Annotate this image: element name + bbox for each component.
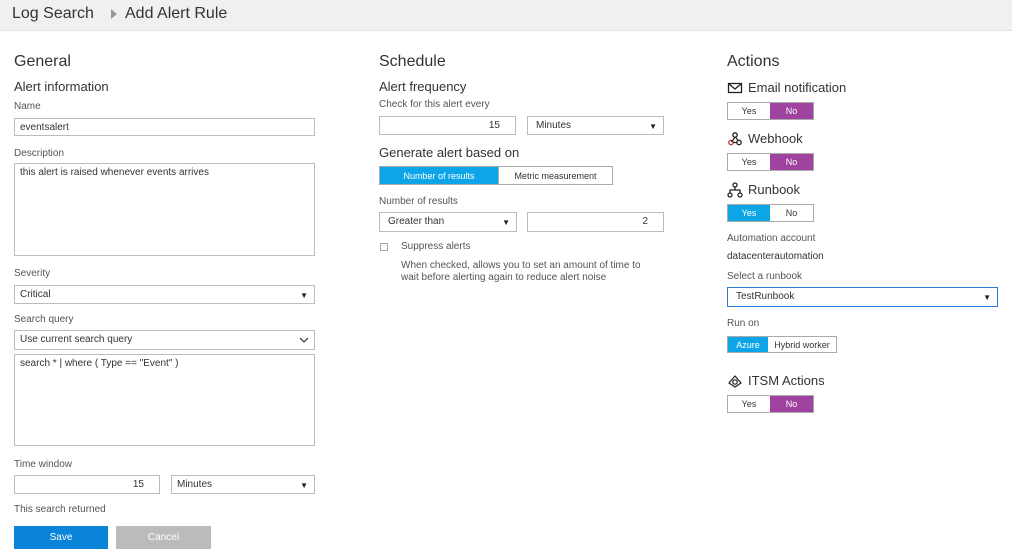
caret-down-icon: ▼ — [300, 481, 308, 490]
breadcrumb-log-search[interactable]: Log Search — [12, 5, 94, 23]
number-results-label: Number of results — [379, 196, 458, 207]
save-button[interactable]: Save — [14, 526, 108, 549]
alert-frequency-heading: Alert frequency — [379, 79, 467, 94]
search-returned-text: This search returned — [14, 504, 106, 515]
schedule-title: Schedule — [379, 53, 446, 70]
time-window-unit-select[interactable]: Minutes ▼ — [171, 475, 315, 494]
tab-number-of-results[interactable]: Number of results — [380, 167, 498, 184]
run-on-azure-option[interactable]: Azure — [728, 337, 768, 352]
itsm-icon — [728, 375, 742, 388]
frequency-unit-select[interactable]: Minutes ▼ — [527, 116, 664, 135]
severity-value: Critical — [20, 289, 51, 300]
runbook-icon — [727, 182, 743, 198]
itsm-no-option[interactable]: No — [770, 396, 813, 412]
webhook-toggle: Yes No — [727, 153, 814, 171]
mail-icon — [727, 82, 743, 94]
name-input[interactable]: eventsalert — [14, 118, 315, 136]
suppress-help-line-1: When checked, allows you to set an amoun… — [401, 260, 641, 271]
webhook-yes-option[interactable]: Yes — [728, 154, 770, 170]
frequency-input[interactable]: 15 — [379, 116, 516, 135]
threshold-input[interactable]: 2 — [527, 212, 664, 232]
suppress-alerts-checkbox[interactable] — [380, 243, 388, 251]
webhook-icon — [728, 132, 742, 146]
general-title: General — [14, 53, 71, 70]
caret-down-icon: ▼ — [983, 293, 991, 302]
time-window-unit: Minutes — [177, 479, 213, 490]
actions-title: Actions — [727, 53, 780, 70]
suppress-help-line-2: wait before alerting again to reduce ale… — [401, 272, 607, 283]
email-no-option[interactable]: No — [770, 103, 813, 119]
automation-account-value: datacenterautomation — [727, 251, 824, 262]
run-on-hybrid-option[interactable]: Hybrid worker — [768, 337, 836, 352]
description-label: Description — [14, 148, 65, 159]
severity-label: Severity — [14, 268, 51, 279]
webhook-no-option[interactable]: No — [770, 154, 813, 170]
search-query-select[interactable]: Use current search query — [14, 330, 315, 350]
runbook-no-option[interactable]: No — [770, 205, 813, 221]
tab-metric-measurement[interactable]: Metric measurement — [498, 167, 612, 184]
email-toggle: Yes No — [727, 102, 814, 120]
top-bar: Log Search Add Alert Rule — [0, 0, 1012, 31]
chevron-down-icon — [299, 337, 309, 343]
runbook-toggle: Yes No — [727, 204, 814, 222]
automation-account-label: Automation account — [727, 233, 816, 244]
generate-alert-toggle: Number of results Metric measurement — [379, 166, 613, 185]
breadcrumb-separator-icon — [111, 9, 117, 19]
runbook-yes-option[interactable]: Yes — [728, 205, 770, 221]
suppress-alerts-label: Suppress alerts — [401, 241, 471, 252]
cancel-button[interactable]: Cancel — [116, 526, 211, 549]
webhook-label: Webhook — [748, 131, 803, 146]
name-label: Name — [14, 101, 41, 112]
runbook-label: Runbook — [748, 182, 801, 197]
run-on-label: Run on — [727, 318, 760, 329]
time-window-input[interactable]: 15 — [14, 475, 160, 494]
frequency-unit: Minutes — [536, 120, 572, 131]
itsm-toggle: Yes No — [727, 395, 814, 413]
caret-down-icon: ▼ — [649, 122, 657, 131]
search-query-label: Search query — [14, 314, 74, 325]
caret-down-icon: ▼ — [300, 291, 308, 300]
email-notification-label: Email notification — [748, 80, 847, 95]
severity-select[interactable]: Critical ▼ — [14, 285, 315, 304]
time-window-label: Time window — [14, 459, 72, 470]
alert-information-heading: Alert information — [14, 79, 109, 94]
email-yes-option[interactable]: Yes — [728, 103, 770, 119]
description-textarea[interactable]: this alert is raised whenever events arr… — [14, 163, 315, 256]
operator-select[interactable]: Greater than ▼ — [379, 212, 517, 232]
operator-value: Greater than — [388, 216, 445, 227]
page-title: Add Alert Rule — [125, 5, 228, 22]
search-query-option: Use current search query — [20, 334, 133, 345]
check-every-label: Check for this alert every — [379, 99, 490, 110]
runbook-value: TestRunbook — [736, 291, 795, 302]
itsm-yes-option[interactable]: Yes — [728, 396, 770, 412]
run-on-toggle: Azure Hybrid worker — [727, 336, 837, 353]
caret-down-icon: ▼ — [502, 218, 510, 227]
itsm-actions-label: ITSM Actions — [748, 373, 825, 388]
search-query-textarea[interactable]: search * | where ( Type == "Event" ) — [14, 354, 315, 446]
generate-alert-heading: Generate alert based on — [379, 145, 520, 160]
select-runbook-label: Select a runbook — [727, 271, 803, 282]
runbook-select[interactable]: TestRunbook ▼ — [727, 287, 998, 307]
